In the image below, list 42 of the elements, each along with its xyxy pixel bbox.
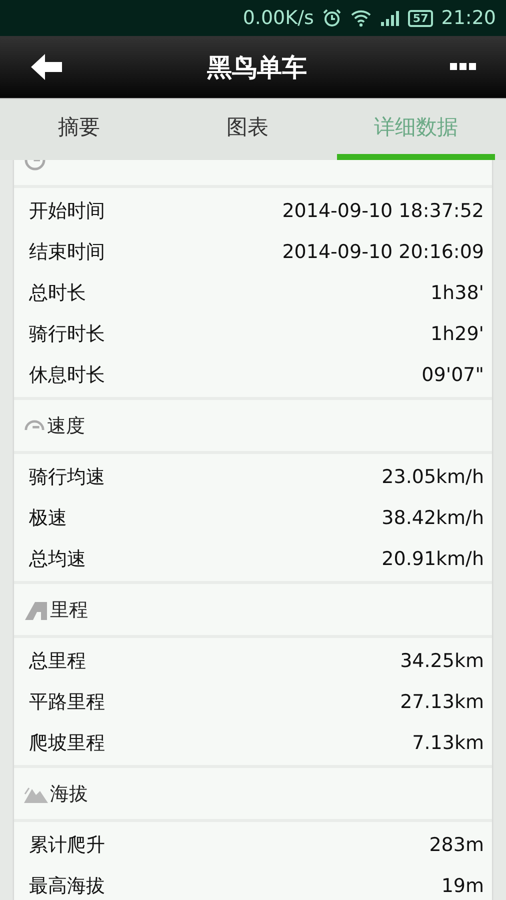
row-label: 总里程 <box>29 648 86 674</box>
row-label: 休息时长 <box>29 362 105 388</box>
row-label: 最高海拔 <box>29 874 105 898</box>
row-label: 极速 <box>29 506 67 530</box>
tab[interactable]: 图表 <box>168 99 326 160</box>
section-title: 速度 <box>47 414 85 438</box>
row-value: 20.91km/h <box>382 548 484 570</box>
signal-icon <box>380 9 400 27</box>
row-value: 27.13km <box>400 690 484 712</box>
tab[interactable]: 摘要 <box>0 99 158 160</box>
row-value: 2014-09-10 20:16:09 <box>282 240 484 262</box>
row-label: 骑行时长 <box>29 322 105 346</box>
row-value: 7.13km <box>412 732 484 754</box>
speedometer-icon <box>24 420 45 431</box>
more-menu-icon[interactable] <box>450 63 476 71</box>
row-value: 23.05km/h <box>382 466 484 488</box>
row-label: 骑行均速 <box>29 464 105 490</box>
row-label: 总时长 <box>29 280 86 306</box>
row-label: 总均速 <box>29 546 86 572</box>
row-value: 34.25km <box>400 650 484 672</box>
wifi-icon <box>350 9 372 27</box>
section-title: 海拔 <box>50 782 88 806</box>
row-value: 19m <box>441 874 484 896</box>
row-label: 平路里程 <box>29 690 105 714</box>
app-title: 黑鸟单车 <box>207 52 307 84</box>
section-title: 里程 <box>50 598 88 622</box>
row-label: 开始时间 <box>29 198 105 224</box>
alarm-clock-icon <box>322 8 342 28</box>
row-value: 2014-09-10 18:37:52 <box>282 200 484 222</box>
row-label: 结束时间 <box>29 240 105 264</box>
row-value: 1h29' <box>430 322 484 344</box>
clock-time: 21:20 <box>441 7 496 29</box>
network-speed: 0.00K/s <box>242 7 314 29</box>
row-label: 累计爬升 <box>29 832 105 858</box>
road-icon <box>24 600 48 620</box>
row-label: 爬坡里程 <box>29 730 105 756</box>
back-arrow-icon[interactable] <box>30 52 64 82</box>
row-value: 283m <box>429 834 484 856</box>
row-value: 38.42km/h <box>382 506 484 528</box>
battery-indicator: 57 <box>408 10 434 26</box>
row-value: 09'07" <box>422 364 484 386</box>
row-value: 1h38' <box>430 282 484 304</box>
